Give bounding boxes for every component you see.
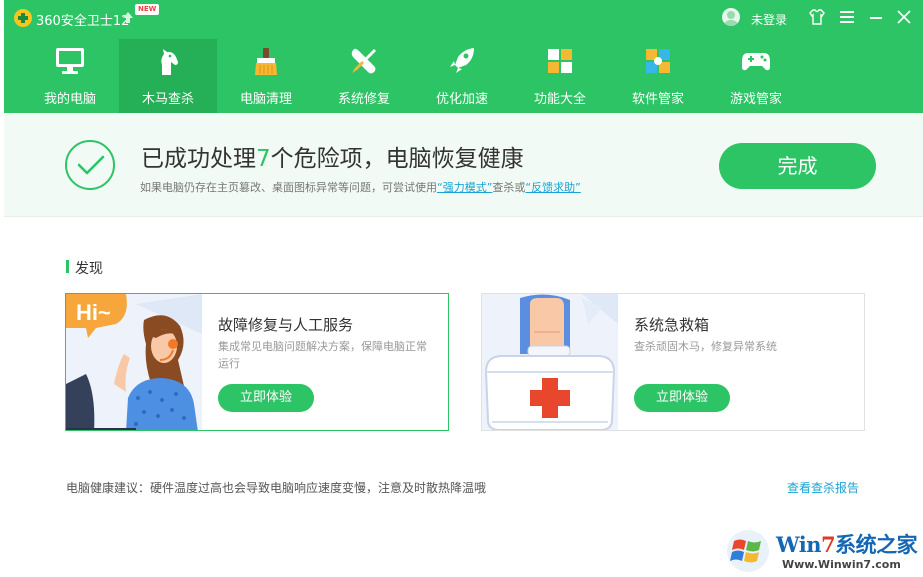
first-aid-kit-illustration: [482, 294, 618, 430]
discover-title: 发现: [75, 261, 103, 277]
nav-label: 游戏管家: [729, 92, 782, 107]
close-icon: [897, 10, 911, 24]
nav-cleanup[interactable]: 电脑清理: [217, 39, 315, 113]
gamepad-icon: [742, 53, 770, 71]
scan-result-banner: 已成功处理7个危险项，电脑恢复健康 如果电脑仍存在主页篡改、桌面图标异常等问题，…: [4, 113, 923, 217]
watermark: Win7系统之家 Www.Winwin7.com: [722, 525, 923, 577]
main-nav: 我的电脑 木马查杀 电脑清理 系统修复 优化加速 功能大全 软件管家 游戏管家: [4, 39, 923, 113]
nav-optimize[interactable]: 优化加速: [413, 39, 511, 113]
nav-features[interactable]: 功能大全: [511, 39, 609, 113]
nav-label: 我的电脑: [43, 92, 96, 107]
nav-trojan-scan[interactable]: 木马查杀: [119, 39, 217, 113]
result-subtitle: 如果电脑仍存在主页篡改、桌面图标异常等问题，可尝试使用“强力模式”查杀或“反馈求…: [140, 181, 581, 194]
nav-label: 软件管家: [631, 92, 684, 107]
watermark-url: Www.Winwin7.com: [782, 558, 901, 571]
rocket-icon: [450, 48, 474, 73]
nav-software[interactable]: 软件管家: [609, 39, 707, 113]
nav-label: 电脑清理: [239, 92, 292, 107]
card-repair-service[interactable]: Hi~ 故障修复与人工服务 集成常见电脑问题解决方案，保障电脑正常运行 立即体验: [65, 293, 449, 431]
grid-icon: [548, 49, 572, 73]
health-tip: 电脑健康建议：硬件温度过高也会导致电脑响应速度变慢，注意及时散热降温哦: [66, 481, 487, 495]
strong-mode-link[interactable]: “强力模式”: [437, 181, 492, 194]
card-description: 集成常见电脑问题解决方案，保障电脑正常运行: [218, 340, 427, 370]
watermark-title: Win7系统之家: [776, 532, 918, 557]
shirt-icon: [809, 9, 825, 25]
new-badge: NEW: [135, 4, 160, 15]
nav-games[interactable]: 游戏管家: [707, 39, 805, 113]
view-report-link[interactable]: 查看查杀报告: [787, 479, 859, 496]
success-check-icon: [65, 140, 115, 190]
avatar[interactable]: [722, 8, 740, 26]
title-bar: 360安全卫士12 NEW 未登录: [4, 0, 923, 34]
app-logo-icon: [14, 9, 32, 27]
close-button[interactable]: [894, 7, 914, 27]
nav-label: 系统修复: [337, 92, 390, 107]
feedback-link[interactable]: “反馈求助”: [525, 181, 580, 194]
apps-icon: [646, 49, 670, 73]
login-link[interactable]: 未登录: [751, 11, 787, 28]
result-title: 已成功处理7个危险项，电脑恢复健康: [141, 146, 524, 172]
menu-button[interactable]: [837, 7, 857, 27]
app-title: 360安全卫士12: [36, 14, 130, 29]
section-marker: [66, 260, 69, 273]
wrench-screwdriver-icon: [351, 48, 376, 74]
nav-label: 优化加速: [435, 92, 488, 107]
try-now-button[interactable]: 立即体验: [634, 384, 730, 412]
risk-count: 7: [256, 146, 271, 172]
broom-icon: [255, 48, 277, 75]
support-agent-illustration: Hi~: [66, 294, 202, 430]
app-window: 360安全卫士12 NEW 未登录 我的电脑 木马查杀 电脑清理 系统修复 优化…: [4, 0, 923, 577]
card-description: 查杀顽固木马，修复异常系统: [634, 340, 777, 353]
try-now-button[interactable]: 立即体验: [218, 384, 314, 412]
menu-icon: [840, 11, 854, 13]
done-button[interactable]: 完成: [719, 143, 876, 189]
monitor-icon: [56, 48, 84, 74]
nav-label: 木马查杀: [141, 92, 194, 107]
minimize-icon: [870, 17, 882, 19]
card-rescue-kit[interactable]: 系统急救箱 查杀顽固木马，修复异常系统 立即体验: [481, 293, 865, 431]
horse-icon: [161, 49, 178, 75]
header: 360安全卫士12 NEW 未登录 我的电脑 木马查杀 电脑清理 系统修复 优化…: [4, 0, 923, 113]
nav-label: 功能大全: [533, 92, 586, 107]
nav-my-computer[interactable]: 我的电脑: [21, 39, 119, 113]
windows-logo-icon: [727, 530, 769, 572]
minimize-button[interactable]: [866, 7, 886, 27]
hi-text: Hi~: [76, 300, 111, 325]
skin-button[interactable]: [807, 7, 827, 27]
card-title: 系统急救箱: [634, 316, 710, 334]
card-title: 故障修复与人工服务: [218, 316, 354, 334]
nav-system-repair[interactable]: 系统修复: [315, 39, 413, 113]
upgrade-arrow-icon[interactable]: [123, 12, 133, 23]
